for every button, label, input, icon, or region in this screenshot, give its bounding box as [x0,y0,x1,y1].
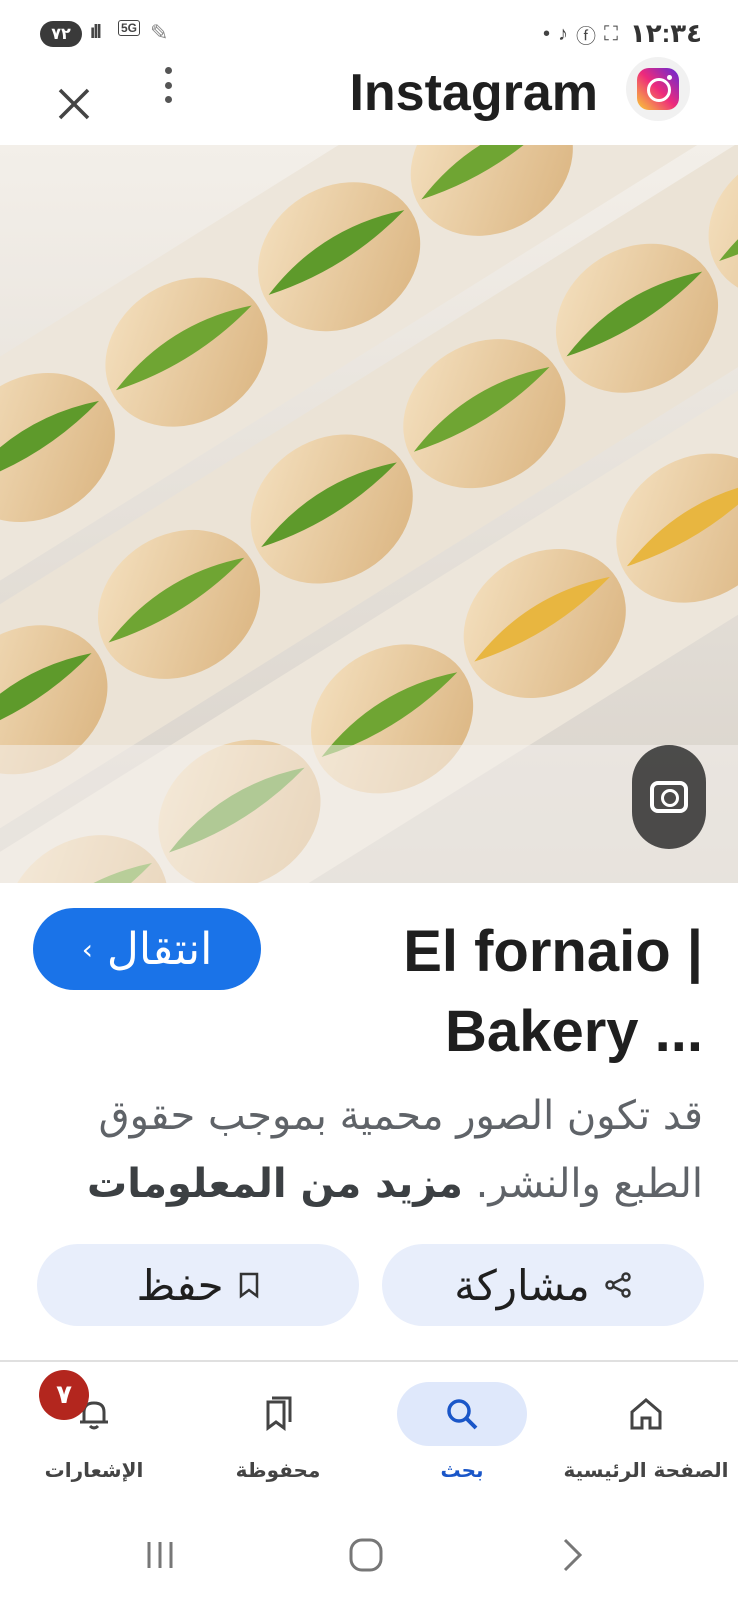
nav-label-notifications: الإشعارات [44,1458,144,1482]
nav-item-notifications[interactable]: ٧ الإشعارات [2,1370,186,1492]
status-bar: ٧٢ ıll 5G ✎ • ♪ ⓕ ⛶ ١٢:٣٤ [0,0,738,62]
instagram-icon [637,68,679,110]
bookmarks-icon [266,1396,292,1431]
sandwich-photo [0,145,738,883]
more-info-link[interactable]: مزيد من المعلومات [87,1161,463,1207]
clock: ١٢:٣٤ [629,18,702,48]
visit-label: انتقال [106,923,213,975]
home-button[interactable] [336,1530,396,1580]
search-icon [447,1399,478,1430]
result-image[interactable] [0,145,738,883]
dot-icon [164,81,172,89]
copyright-notice: قد تكون الصور محمية بموجب حقوق الطبع وال… [33,1082,703,1218]
share-icon [605,1272,631,1298]
signal-icon: ıll [90,22,102,43]
bookmark-icon [239,1272,258,1299]
save-button[interactable]: حفظ [37,1244,359,1326]
nav-item-search[interactable]: بحث [370,1382,554,1492]
recent-apps-icon [147,1542,173,1568]
nav-icon-container: ٧ [29,1370,159,1446]
nav-item-home[interactable]: الصفحة الرئيسية [554,1382,738,1492]
screenshot-icon: ⛶ [604,23,618,45]
home-icon [630,1398,662,1430]
recent-apps-button[interactable] [130,1530,190,1580]
nav-icon-container [213,1382,343,1446]
nav-label-saved: محفوظة [235,1458,321,1482]
back-button[interactable] [542,1530,602,1580]
pen-icon: ✎ [150,20,169,45]
nav-item-saved[interactable]: محفوظة [186,1382,370,1492]
bottom-navigation: الصفحة الرئيسية بحث محفوظة ٧ الإشعارات [0,1362,738,1502]
nav-icon-container [581,1382,711,1446]
close-icon [58,88,90,120]
chevron-right-icon: › [81,932,93,966]
save-label: حفظ [136,1260,224,1310]
lens-icon [650,781,688,813]
dot-icon: • [542,23,550,45]
system-navigation-bar [0,1510,738,1600]
nav-label-home: الصفحة الرئيسية [563,1458,729,1482]
dot-icon [164,96,172,103]
nav-label-search: بحث [440,1458,484,1482]
lens-button[interactable] [632,745,706,849]
facebook-icon: ⓕ [576,26,596,48]
close-button[interactable] [52,87,96,131]
site-logo[interactable] [626,57,690,121]
home-circle-icon [349,1538,383,1572]
more-options-button[interactable] [158,65,178,105]
network-type: 5G [118,20,141,36]
tiktok-icon: ♪ [558,23,568,45]
page-title[interactable]: El fornaio | Bakery ... [303,912,703,1072]
nav-icon-container [397,1382,527,1446]
chevron-right-icon [563,1538,583,1572]
dot-icon [164,67,172,74]
visit-button[interactable]: انتقال › [33,908,261,990]
share-label: مشاركة [454,1260,590,1310]
notification-icons: • ♪ ⓕ ⛶ [543,20,618,49]
battery-indicator: ٧٢ [40,21,82,47]
share-button[interactable]: مشاركة [382,1244,704,1326]
viewer-header: Instagram [0,55,738,145]
notification-badge: ٧ [39,1370,89,1420]
site-title[interactable]: Instagram [349,63,598,123]
